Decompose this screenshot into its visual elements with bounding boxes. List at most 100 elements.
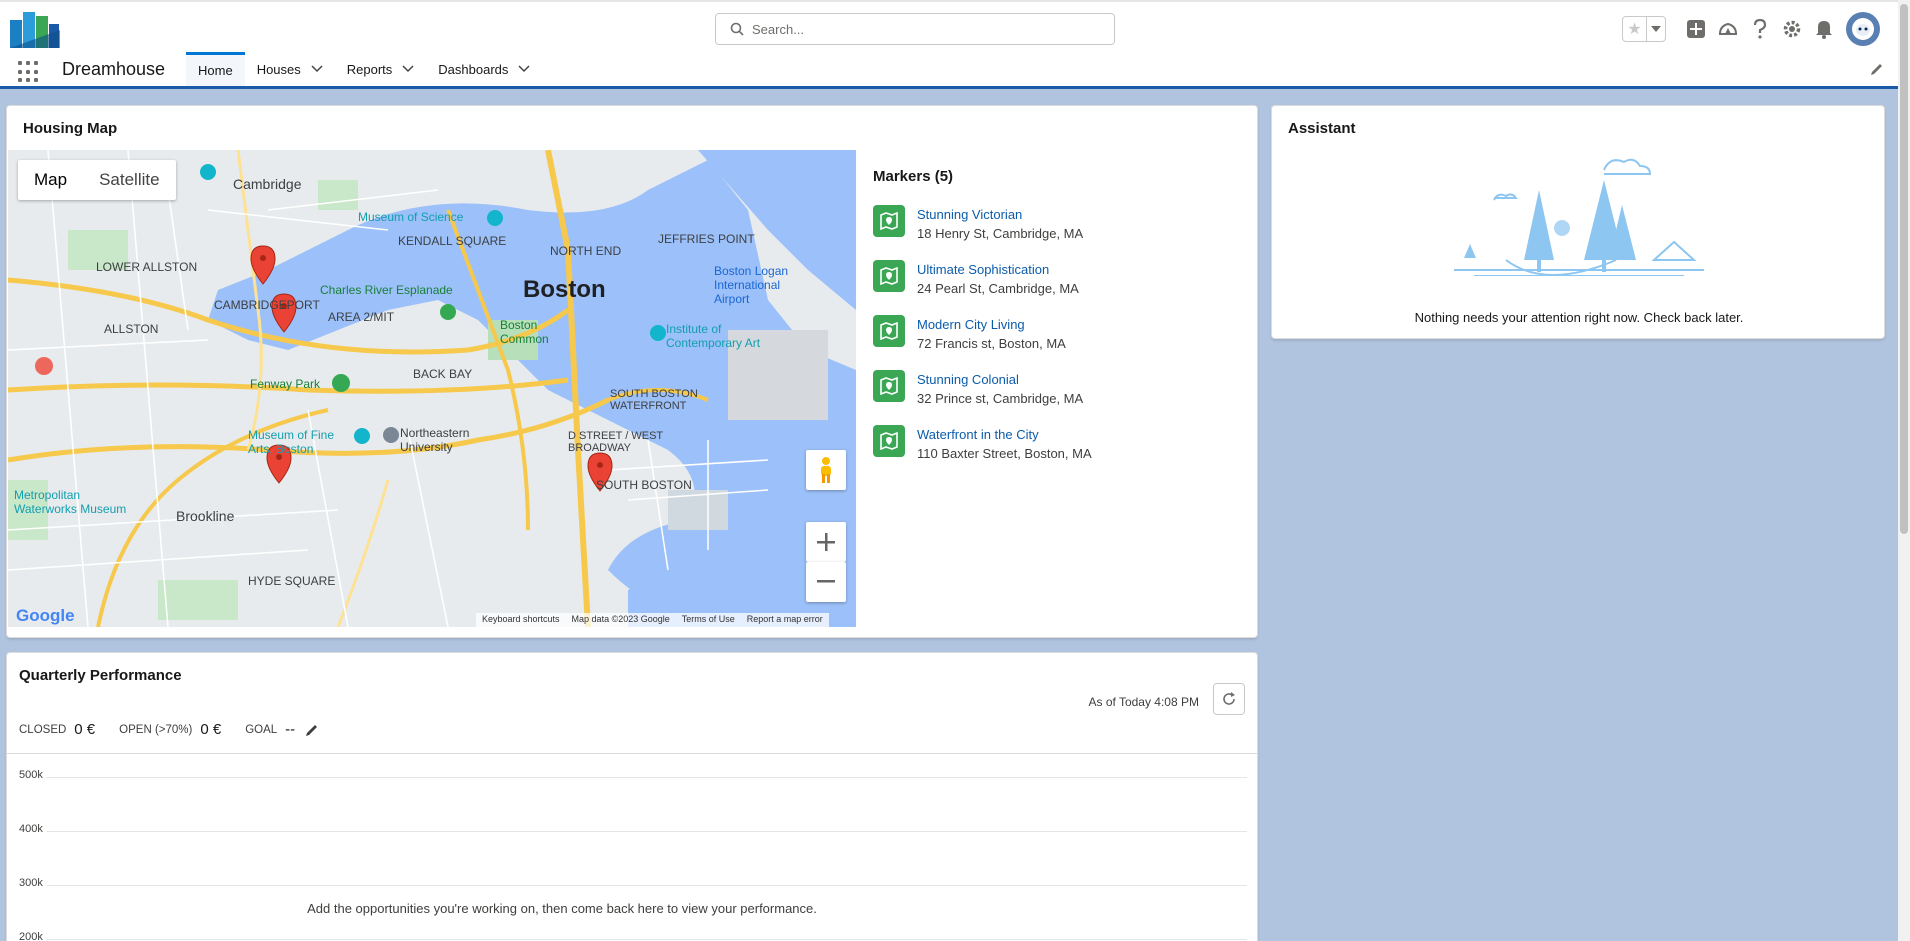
tab-home[interactable]: Home bbox=[186, 52, 245, 86]
user-avatar[interactable] bbox=[1846, 12, 1880, 46]
app-launcher-button[interactable] bbox=[18, 61, 40, 83]
report-error-link[interactable]: Report a map error bbox=[741, 613, 829, 627]
gridline bbox=[47, 777, 1247, 778]
assistant-empty-message: Nothing needs your attention right now. … bbox=[1414, 310, 1744, 325]
marker-name-link[interactable]: Stunning Colonial bbox=[917, 372, 1083, 387]
marker-address: 72 Francis st, Boston, MA bbox=[917, 336, 1066, 351]
map-attribution: Keyboard shortcuts Map data ©2023 Google… bbox=[476, 613, 829, 627]
bell-icon bbox=[1816, 21, 1832, 39]
map-type-toggle: Map Satellite bbox=[18, 160, 176, 200]
favorites-dropdown-button[interactable] bbox=[1647, 17, 1665, 41]
hammock-illustration bbox=[1454, 158, 1704, 276]
gridline bbox=[47, 831, 1247, 832]
global-header: ★ bbox=[0, 0, 1898, 52]
chevron-down-icon[interactable] bbox=[518, 65, 530, 73]
keyboard-shortcuts-link[interactable]: Keyboard shortcuts bbox=[476, 613, 566, 627]
search-icon bbox=[730, 22, 744, 36]
trailhead-icon bbox=[1718, 22, 1738, 35]
performance-empty-message: Add the opportunities you're working on,… bbox=[307, 901, 817, 916]
marker-name-link[interactable]: Ultimate Sophistication bbox=[917, 262, 1079, 277]
marker-list-item[interactable]: Stunning Victorian 18 Henry St, Cambridge… bbox=[873, 205, 1233, 260]
stat-label: OPEN (>70%) bbox=[119, 723, 193, 736]
notifications-button[interactable] bbox=[1808, 13, 1840, 45]
map-marker-icon bbox=[873, 315, 905, 347]
map-label: ALLSTON bbox=[104, 322, 159, 336]
map-label: HYDE SQUARE bbox=[248, 574, 336, 588]
tab-reports[interactable]: Reports bbox=[335, 52, 427, 86]
map-label: Boston Common bbox=[500, 318, 549, 346]
marker-name-link[interactable]: Stunning Victorian bbox=[917, 207, 1083, 222]
marker-list-item[interactable]: Ultimate Sophistication 24 Pearl St, Camb… bbox=[873, 260, 1233, 315]
chevron-down-icon[interactable] bbox=[311, 65, 323, 73]
quarterly-performance-card: Quarterly Performance As of Today 4:08 P… bbox=[6, 652, 1258, 941]
page-scrollbar[interactable] bbox=[1898, 0, 1910, 941]
map-type-satellite-button[interactable]: Satellite bbox=[83, 160, 175, 200]
stat-label: GOAL bbox=[245, 723, 278, 736]
tab-houses[interactable]: Houses bbox=[245, 52, 335, 86]
trailhead-button[interactable] bbox=[1712, 13, 1744, 45]
refresh-button[interactable] bbox=[1213, 683, 1245, 715]
card-title: Quarterly Performance bbox=[19, 667, 182, 684]
gear-icon bbox=[1783, 20, 1801, 38]
terms-link[interactable]: Terms of Use bbox=[676, 613, 741, 627]
map-label: BACK BAY bbox=[413, 367, 473, 381]
tab-label: Home bbox=[198, 63, 233, 78]
zoom-in-button[interactable] bbox=[806, 522, 846, 562]
map-label: Cambridge bbox=[233, 176, 302, 192]
map-label: Northeastern University bbox=[400, 426, 470, 454]
plus-icon bbox=[1687, 20, 1705, 38]
google-logo: Google bbox=[16, 606, 75, 626]
search-input[interactable] bbox=[752, 21, 1092, 37]
map-label: Museum of Fine Arts, Boston bbox=[248, 428, 335, 456]
map-label: Brookline bbox=[176, 508, 235, 524]
performance-stats: CLOSED 0 € OPEN (>70%) 0 € GOAL -- bbox=[19, 721, 343, 738]
as-of-timestamp: As of Today 4:08 PM bbox=[1088, 695, 1199, 709]
tab-dashboards[interactable]: Dashboards bbox=[426, 52, 542, 86]
street-view-pegman[interactable] bbox=[806, 450, 846, 490]
marker-list-item[interactable]: Stunning Colonial 32 Prince st, Cambridge… bbox=[873, 370, 1233, 425]
map-data-text: Map data ©2023 Google bbox=[571, 614, 670, 624]
favorites-group: ★ bbox=[1622, 16, 1666, 42]
map-label: SOUTH BOSTON WATERFRONT bbox=[610, 388, 698, 412]
card-title: Housing Map bbox=[23, 120, 118, 137]
map-canvas[interactable]: Boston Cambridge BACK BAY SOUTH BOSTON B… bbox=[8, 150, 856, 627]
nav-tabs: Home Houses Reports Dashboards bbox=[186, 52, 542, 86]
map-label: JEFFRIES POINT bbox=[658, 232, 755, 246]
y-axis-tick: 300k bbox=[19, 877, 43, 889]
global-search[interactable] bbox=[715, 13, 1115, 45]
marker-address: 18 Henry St, Cambridge, MA bbox=[917, 226, 1084, 241]
y-axis-tick: 200k bbox=[19, 931, 43, 941]
map-label: Boston Logan International Airport bbox=[714, 264, 789, 306]
marker-list-item[interactable]: Waterfront in the City 110 Baxter Street,… bbox=[873, 425, 1233, 480]
edit-nav-button[interactable] bbox=[1870, 62, 1884, 79]
stat-value: 0 € bbox=[200, 721, 222, 738]
map-type-map-button[interactable]: Map bbox=[18, 160, 83, 200]
y-axis-tick: 400k bbox=[19, 823, 43, 835]
marker-address: 110 Baxter Street, Boston, MA bbox=[917, 446, 1092, 461]
assistant-card: Assistant Nothing needs your attention r… bbox=[1271, 105, 1885, 339]
map-label: Charles River Esplanade bbox=[320, 283, 453, 297]
marker-list-item[interactable]: Modern City Living 72 Francis st, Boston,… bbox=[873, 315, 1233, 370]
minus-icon bbox=[817, 580, 835, 583]
marker-name-link[interactable]: Waterfront in the City bbox=[917, 427, 1092, 442]
zoom-out-button[interactable] bbox=[806, 562, 846, 602]
setup-button[interactable] bbox=[1776, 13, 1808, 45]
favorite-star-icon[interactable]: ★ bbox=[1623, 17, 1647, 41]
help-icon bbox=[1753, 19, 1767, 39]
stat-value: -- bbox=[285, 721, 296, 738]
map-label: CAMBRIDGEPORT bbox=[214, 298, 320, 312]
scrollbar-thumb[interactable] bbox=[1900, 4, 1908, 534]
marker-name-link[interactable]: Modern City Living bbox=[917, 317, 1066, 332]
pencil-icon[interactable] bbox=[305, 723, 319, 737]
app-nav-bar: Dreamhouse Home Houses Reports Dashboard… bbox=[0, 52, 1898, 89]
pencil-icon bbox=[1871, 64, 1882, 75]
global-actions-button[interactable] bbox=[1680, 13, 1712, 45]
app-logo[interactable] bbox=[10, 10, 60, 48]
map-label: KENDALL SQUARE bbox=[398, 234, 507, 248]
chevron-down-icon[interactable] bbox=[402, 65, 414, 73]
marker-address: 32 Prince st, Cambridge, MA bbox=[917, 391, 1084, 406]
help-button[interactable] bbox=[1744, 13, 1776, 45]
map-label: SOUTH BOSTON bbox=[596, 478, 692, 492]
map-label: Metropolitan Waterworks Museum bbox=[14, 488, 127, 516]
map-label: Boston bbox=[523, 276, 606, 303]
